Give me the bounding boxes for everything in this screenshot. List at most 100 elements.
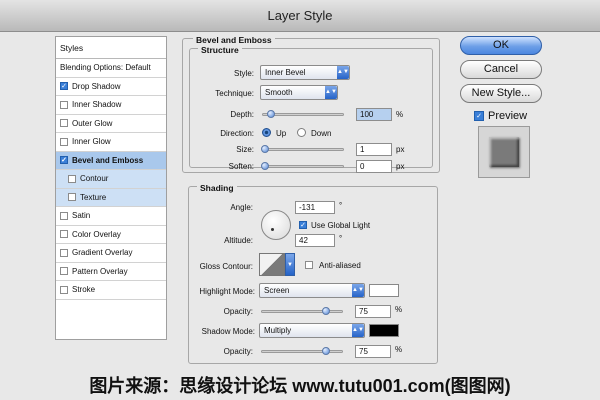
style-item-label: Inner Glow xyxy=(72,137,111,147)
style-checkbox[interactable] xyxy=(60,137,68,146)
soften-slider-thumb[interactable] xyxy=(261,162,269,170)
shadow-opacity-unit: % xyxy=(395,345,403,354)
window-title: Layer Style xyxy=(0,0,600,32)
style-checkbox[interactable]: ✓ xyxy=(60,156,68,165)
depth-field[interactable]: 100 xyxy=(356,108,392,121)
highlight-mode-value: Screen xyxy=(264,286,290,295)
direction-up-radio[interactable] xyxy=(262,128,271,137)
highlight-opacity-unit: % xyxy=(395,305,403,314)
shadow-opacity-slider[interactable] xyxy=(261,350,343,353)
shadow-opacity-slider-thumb[interactable] xyxy=(322,347,330,355)
bevel-emboss-group: Bevel and Emboss Structure Style: Inner … xyxy=(182,35,440,173)
angle-field[interactable]: -131 xyxy=(295,201,335,214)
use-global-light-label: Use Global Light xyxy=(311,221,371,230)
highlight-mode-label: Highlight Mode: xyxy=(199,287,255,296)
style-checkbox[interactable] xyxy=(60,211,68,220)
style-checkbox[interactable] xyxy=(68,174,76,183)
altitude-unit: ° xyxy=(339,234,343,243)
soften-field[interactable]: 0 xyxy=(356,160,392,173)
technique-label: Technique: xyxy=(215,89,254,98)
highlight-mode-select[interactable]: Screen ▲▼ xyxy=(259,283,365,298)
style-item-label: Outer Glow xyxy=(72,118,113,128)
preview-thumbnail xyxy=(489,137,519,167)
styles-list-item[interactable]: Inner Shadow xyxy=(56,96,166,115)
shadow-opacity-field[interactable]: 75 xyxy=(355,345,391,358)
styles-list-item[interactable]: Pattern Overlay xyxy=(56,263,166,281)
shadow-mode-select[interactable]: Multiply ▲▼ xyxy=(259,323,365,338)
highlight-opacity-field[interactable]: 75 xyxy=(355,305,391,318)
chevron-updown-icon: ▲▼ xyxy=(337,66,349,79)
direction-down-label: Down xyxy=(311,129,332,138)
style-item-label: Texture xyxy=(80,192,107,202)
style-item-label: Gradient Overlay xyxy=(72,248,133,258)
anti-aliased-checkbox[interactable] xyxy=(305,261,313,269)
style-select-value: Inner Bevel xyxy=(265,68,306,77)
altitude-field[interactable]: 42 xyxy=(295,234,335,247)
soften-label: Soften: xyxy=(228,162,254,171)
style-checkbox[interactable] xyxy=(60,119,68,128)
size-slider-thumb[interactable] xyxy=(261,145,269,153)
style-checkbox[interactable] xyxy=(60,267,68,276)
cancel-button[interactable]: Cancel xyxy=(460,60,542,79)
styles-list-item[interactable]: Gradient Overlay xyxy=(56,244,166,263)
style-item-label: Pattern Overlay xyxy=(72,266,128,276)
depth-slider-thumb[interactable] xyxy=(267,110,275,118)
angle-unit: ° xyxy=(339,201,343,210)
styles-list-item[interactable]: ✓ Bevel and Emboss xyxy=(56,151,166,170)
chevron-updown-icon: ▲▼ xyxy=(352,284,364,297)
technique-select[interactable]: Smooth ▲▼ xyxy=(260,85,338,100)
style-checkbox[interactable] xyxy=(60,100,68,109)
altitude-label: Altitude: xyxy=(224,236,253,245)
shadow-opacity-label: Opacity: xyxy=(223,347,253,356)
preview-label: Preview xyxy=(488,110,528,122)
styles-list-item[interactable]: Inner Glow xyxy=(56,133,166,152)
highlight-opacity-slider-thumb[interactable] xyxy=(322,307,330,315)
size-field[interactable]: 1 xyxy=(356,143,392,156)
style-item-label: Blending Options: Default xyxy=(60,63,151,73)
style-checkbox[interactable] xyxy=(60,285,68,294)
preview-toggle[interactable]: ✓ Preview xyxy=(474,110,527,122)
styles-list-item[interactable]: Texture xyxy=(56,188,166,207)
shadow-color-swatch[interactable] xyxy=(369,324,399,337)
chevron-updown-icon: ▲▼ xyxy=(352,324,364,337)
size-slider[interactable] xyxy=(262,148,344,151)
chevron-updown-icon: ▲▼ xyxy=(325,86,337,99)
direction-up-label: Up xyxy=(276,129,287,138)
style-item-label: Satin xyxy=(72,211,91,221)
soften-unit: px xyxy=(396,162,405,171)
use-global-light-checkbox[interactable]: ✓ xyxy=(299,221,307,229)
ok-button[interactable]: OK xyxy=(460,36,542,55)
style-item-label: Contour xyxy=(80,174,109,184)
angle-dial[interactable] xyxy=(261,210,291,240)
new-style-button[interactable]: New Style... xyxy=(460,84,542,103)
depth-unit: % xyxy=(396,110,404,119)
chevron-down-icon[interactable]: ▼ xyxy=(285,253,295,276)
anti-aliased-label: Anti-aliased xyxy=(319,261,361,270)
watermark-caption: 图片来源：思缘设计论坛 www.tutu001.com(图图网) xyxy=(89,376,511,396)
style-checkbox[interactable] xyxy=(60,248,68,257)
styles-list-item[interactable]: Outer Glow xyxy=(56,115,166,133)
styles-list-item[interactable]: Blending Options: Default xyxy=(56,59,166,78)
style-select[interactable]: Inner Bevel ▲▼ xyxy=(260,65,350,80)
style-checkbox[interactable]: ✓ xyxy=(60,82,68,91)
style-checkbox[interactable] xyxy=(68,193,76,202)
highlight-color-swatch[interactable] xyxy=(369,284,399,297)
direction-down-radio[interactable] xyxy=(297,128,306,137)
bevel-emboss-title: Bevel and Emboss xyxy=(193,35,275,45)
preview-checkbox[interactable]: ✓ xyxy=(474,111,484,121)
style-item-label: Inner Shadow xyxy=(72,100,122,110)
styles-list-item[interactable]: ✓ Drop Shadow xyxy=(56,78,166,96)
styles-list-header[interactable]: Styles xyxy=(56,37,166,59)
technique-select-value: Smooth xyxy=(265,88,293,97)
soften-slider[interactable] xyxy=(262,165,344,168)
style-checkbox[interactable] xyxy=(60,230,68,239)
shadow-mode-value: Multiply xyxy=(264,326,292,335)
gloss-contour-picker[interactable] xyxy=(259,253,285,276)
styles-list-item[interactable]: Color Overlay xyxy=(56,226,166,244)
highlight-opacity-slider[interactable] xyxy=(261,310,343,313)
highlight-opacity-label: Opacity: xyxy=(223,307,253,316)
styles-list-item[interactable]: Contour xyxy=(56,170,166,189)
styles-list-item[interactable]: Stroke xyxy=(56,281,166,300)
styles-list-item[interactable]: Satin xyxy=(56,207,166,226)
structure-title: Structure xyxy=(198,45,242,55)
